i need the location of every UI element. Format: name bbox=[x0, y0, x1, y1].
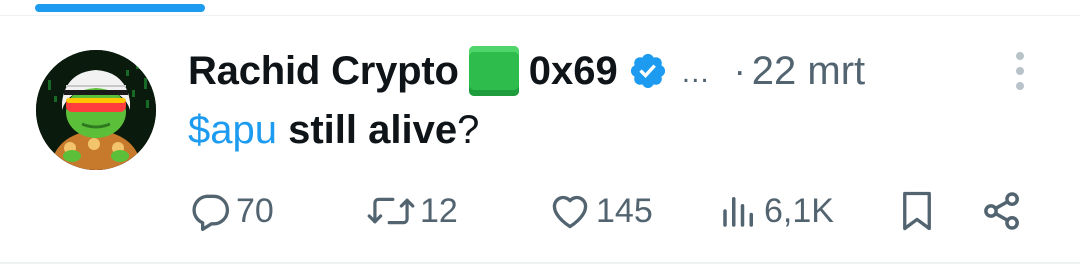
repost-count: 12 bbox=[420, 191, 458, 230]
green-square-emoji bbox=[468, 46, 519, 96]
views-icon bbox=[718, 189, 760, 233]
verified-icon bbox=[628, 51, 668, 91]
author-name-suffix[interactable]: 0x69 bbox=[529, 49, 618, 94]
tweet-body: still alive bbox=[276, 108, 458, 152]
bookmark-icon bbox=[896, 188, 938, 234]
tweet-text: $apu still alive? bbox=[188, 104, 479, 156]
tweet-timestamp[interactable]: 22 mrt bbox=[752, 49, 865, 94]
tab-indicator bbox=[35, 4, 205, 12]
name-overflow-ellipsis: ... bbox=[681, 56, 710, 89]
reply-button[interactable]: 70 bbox=[188, 186, 274, 236]
author-display-name[interactable]: Rachid Crypto bbox=[188, 49, 459, 94]
top-divider bbox=[0, 15, 1080, 16]
repost-icon bbox=[366, 189, 416, 233]
reply-count: 70 bbox=[236, 191, 274, 230]
bookmark-button[interactable] bbox=[896, 186, 938, 236]
repost-button[interactable]: 12 bbox=[366, 186, 458, 236]
bottom-divider bbox=[0, 262, 1080, 264]
reply-icon bbox=[188, 189, 232, 233]
avatar[interactable] bbox=[36, 50, 156, 170]
tweet-punctuation: ? bbox=[457, 108, 480, 152]
more-icon[interactable] bbox=[1006, 50, 1034, 92]
tweet-action-bar: 70 12 145 6,1K bbox=[0, 186, 1080, 236]
like-icon bbox=[548, 189, 592, 233]
views-count: 6,1K bbox=[764, 191, 834, 230]
like-count: 145 bbox=[596, 191, 653, 230]
tweet-header: Rachid Crypto 0x69 ... · 22 mrt bbox=[188, 40, 865, 102]
views-button[interactable]: 6,1K bbox=[718, 186, 834, 236]
cashtag-link[interactable]: $apu bbox=[188, 108, 277, 152]
like-button[interactable]: 145 bbox=[548, 186, 653, 236]
share-icon bbox=[980, 189, 1024, 233]
share-button[interactable] bbox=[980, 186, 1024, 236]
separator-dot: · bbox=[733, 50, 746, 91]
